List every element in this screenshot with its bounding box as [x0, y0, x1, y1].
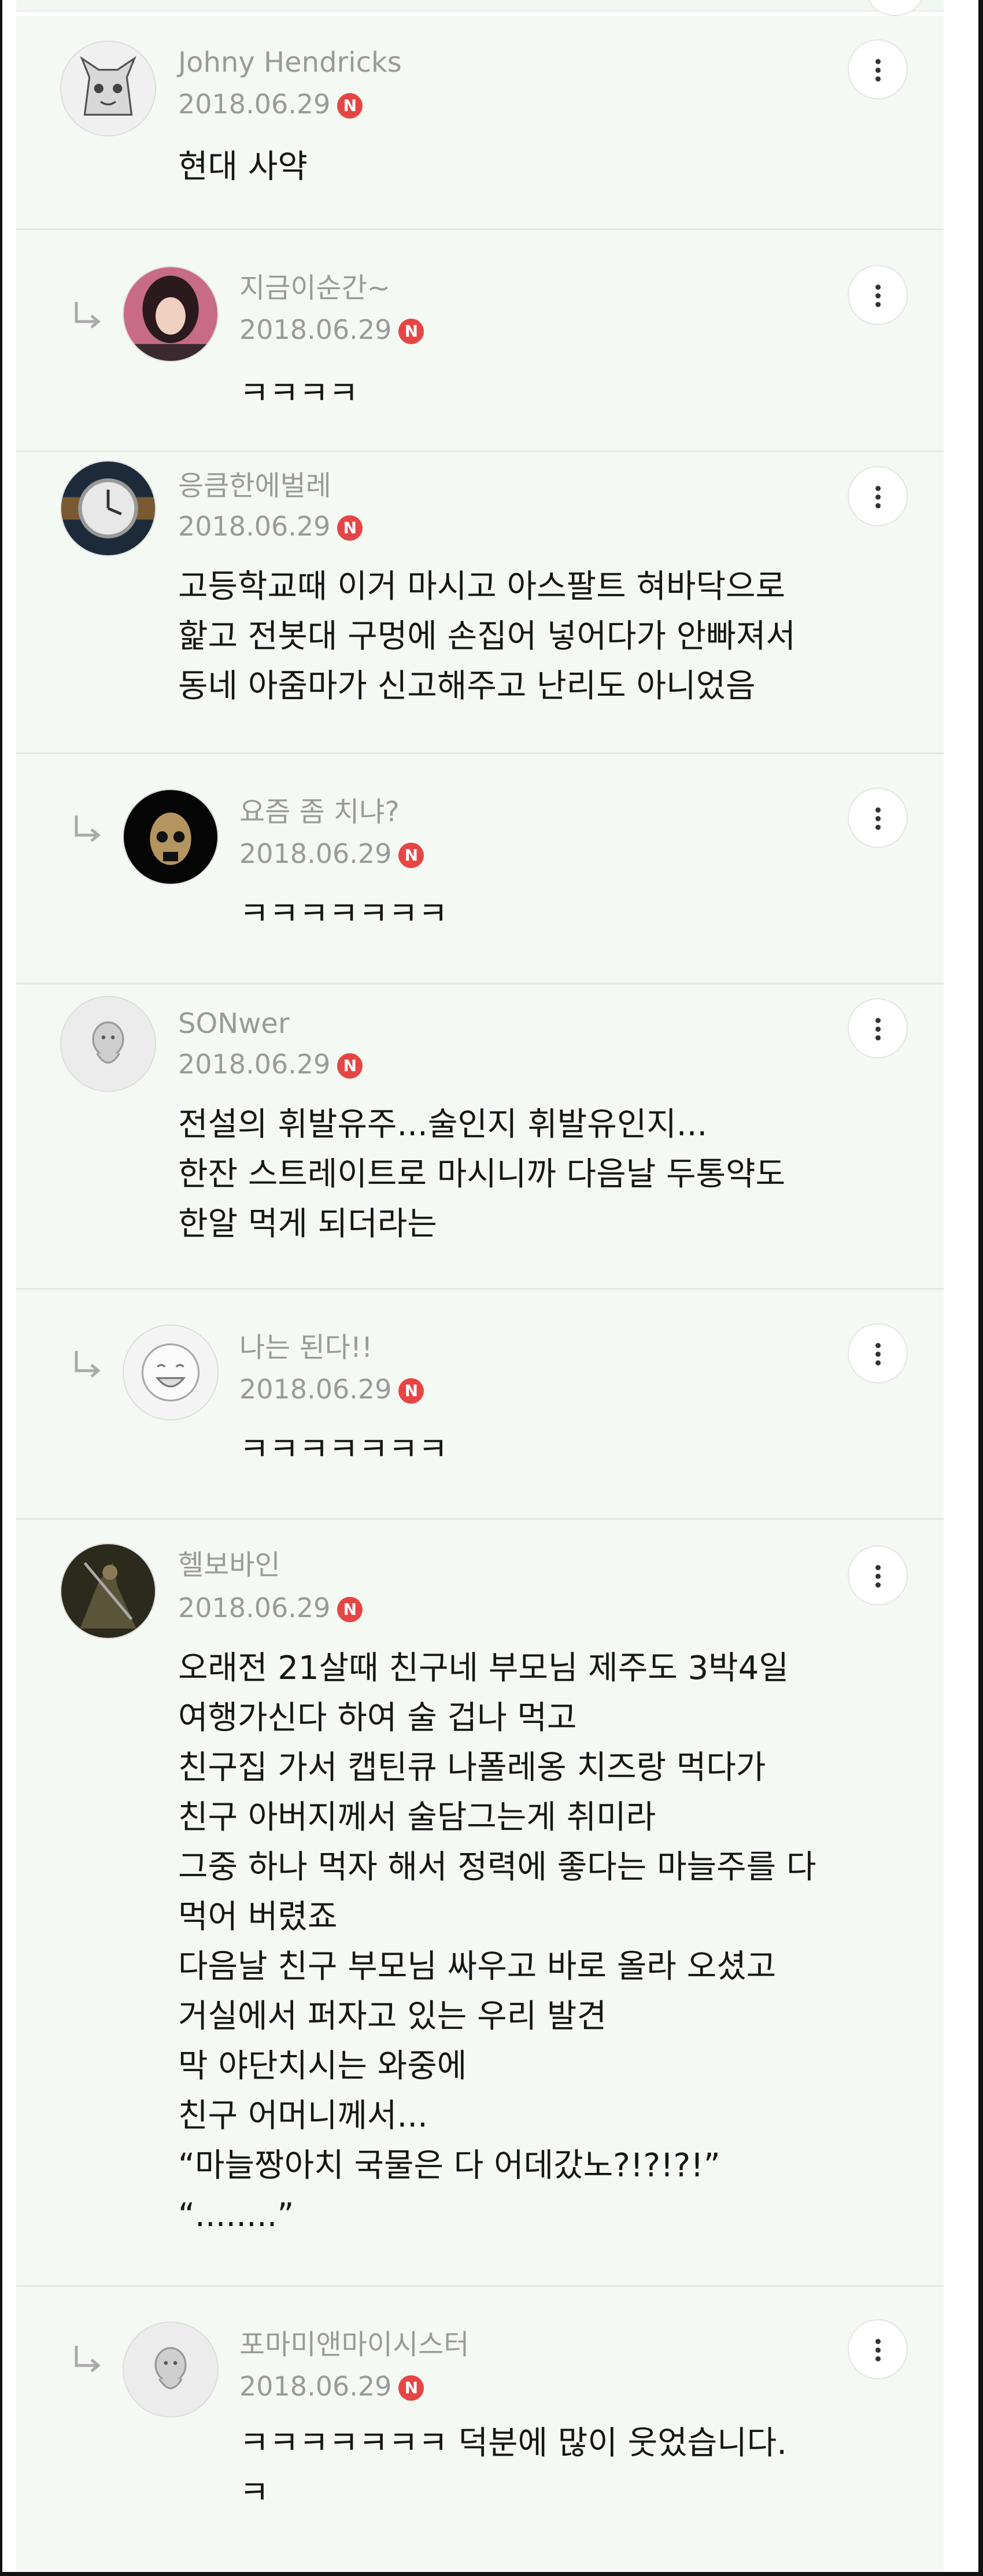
more-options-button[interactable] [848, 998, 908, 1058]
default-character-icon[interactable] [60, 996, 156, 1092]
new-badge: N [398, 2375, 424, 2401]
reply-date: 2018.06.29 N [239, 837, 424, 870]
new-badge: N [337, 515, 363, 541]
comment-text: 현대 사약 [178, 148, 308, 186]
warrior-artwork-icon[interactable] [60, 1543, 156, 1639]
reply-arrow-icon [75, 302, 101, 329]
new-badge: N [337, 1597, 363, 1622]
more-options-button[interactable] [848, 1545, 908, 1606]
comment-item: 응큼한에벌레 2018.06.29 N 고등학교때 이거 마시고 아스팔트 혀바닥… [16, 452, 944, 754]
more-options-button[interactable] [848, 1323, 908, 1383]
new-badge: N [337, 93, 363, 119]
comment-date: 2018.06.29 N [178, 1592, 363, 1624]
reply-arrow-icon [75, 1351, 101, 1378]
laughing-face-icon[interactable] [123, 1324, 219, 1420]
reply-text: ㅋㅋㅋㅋㅋㅋㅋ [239, 895, 448, 933]
reply-nickname[interactable]: 포마미앤마이시스터 [239, 2328, 469, 2361]
reply-date: 2018.06.29 N [239, 2370, 424, 2402]
reply-item: 지금이순간~ 2018.06.29 N ㅋㅋㅋㅋ [16, 230, 944, 452]
reply-arrow-icon [75, 2346, 101, 2372]
reply-text: ㅋㅋㅋㅋㅋㅋㅋ 덕분에 많이 웃었습니다. ㅋ [239, 2424, 788, 2512]
skull-icon[interactable] [123, 789, 219, 885]
reply-nickname[interactable]: 나는 된다!! [239, 1331, 372, 1364]
comment-item: 헬보바인 2018.06.29 N 오래전 21살때 친구네 부모님 제주도 3박… [16, 1520, 944, 2287]
profile-photo-icon[interactable] [123, 266, 219, 362]
reply-item: 포마미앤마이시스터 2018.06.29 N ㅋㅋㅋㅋㅋㅋㅋ 덕분에 많이 웃었습… [16, 2287, 944, 2572]
comment-date: 2018.06.29 N [178, 88, 363, 120]
more-options-button[interactable] [848, 466, 908, 526]
default-character-icon[interactable] [123, 2322, 219, 2418]
comment-date: 2018.06.29 N [178, 510, 363, 542]
previous-comment-edge [16, 0, 944, 16]
more-options-button[interactable] [864, 0, 926, 16]
new-badge: N [398, 319, 424, 344]
comment-text: 오래전 21살때 친구네 부모님 제주도 3박4일 여행가신다 하여 술 겁나 … [178, 1649, 816, 2234]
comment-nickname[interactable]: 헬보바인 [178, 1549, 280, 1581]
new-badge: N [398, 1378, 424, 1404]
reply-date: 2018.06.29 N [239, 1373, 424, 1405]
more-options-button[interactable] [848, 788, 908, 848]
screen-border-left [0, 0, 2, 2576]
comment-nickname[interactable]: Johny Hendricks [178, 46, 402, 79]
reply-nickname[interactable]: 지금이순간~ [239, 272, 390, 304]
new-badge: N [337, 1053, 363, 1079]
more-options-button[interactable] [848, 39, 908, 99]
comment-text: 전설의 휘발유주...술인지 휘발유인지... 한잔 스트레이트로 마시니까 다… [178, 1106, 786, 1243]
comment-nickname[interactable]: 응큼한에벌레 [178, 470, 331, 502]
reply-item: 나는 된다!! 2018.06.29 N ㅋㅋㅋㅋㅋㅋㅋ [16, 1290, 944, 1520]
screen-border-bottom [0, 2572, 983, 2576]
comment-item: SONwer 2018.06.29 N 전설의 휘발유주...술인지 휘발유인지.… [16, 984, 944, 1290]
comment-date: 2018.06.29 N [178, 1048, 363, 1080]
new-badge: N [398, 843, 424, 868]
wristwatch-photo-icon[interactable] [60, 460, 156, 556]
reply-date: 2018.06.29 N [239, 313, 424, 346]
reply-item: 요즘 좀 치냐? 2018.06.29 N ㅋㅋㅋㅋㅋㅋㅋ [16, 754, 944, 984]
reply-text: ㅋㅋㅋㅋㅋㅋㅋ [239, 1431, 448, 1468]
reply-nickname[interactable]: 요즘 좀 치냐? [239, 796, 400, 828]
more-options-button[interactable] [848, 265, 908, 325]
more-options-button[interactable] [848, 2319, 908, 2379]
cartoon-cat-icon[interactable] [60, 40, 156, 136]
reply-text: ㅋㅋㅋㅋ [239, 375, 359, 412]
reply-arrow-icon [75, 815, 101, 842]
comment-item: Johny Hendricks 2018.06.29 N 현대 사약 [16, 16, 944, 230]
comment-nickname[interactable]: SONwer [178, 1007, 290, 1040]
comment-text: 고등학교때 이거 마시고 아스팔트 혀바닥으로 핥고 전봇대 구멍에 손집어 넣… [178, 568, 796, 705]
screen-border-right [978, 0, 983, 2576]
